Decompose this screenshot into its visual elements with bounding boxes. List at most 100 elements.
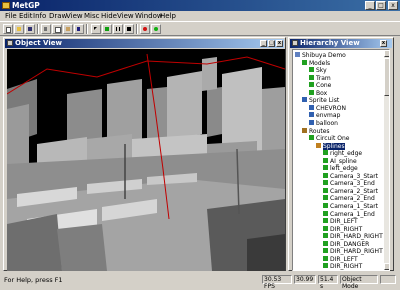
object-view-panel: Object View _ □ x xyxy=(3,37,286,271)
scroll-down-button[interactable] xyxy=(384,263,389,270)
tree-item-label: Camera_1_Start xyxy=(330,203,379,210)
tree-item[interactable]: DIR_HARD_RIGHT xyxy=(323,248,383,255)
maximize-button[interactable]: □ xyxy=(268,40,275,47)
menu-window[interactable]: Window xyxy=(135,12,163,20)
menu-view[interactable]: View xyxy=(66,12,83,20)
window-icon xyxy=(7,40,13,46)
tree-item-label: Sprite List xyxy=(309,97,340,105)
minimize-button[interactable]: _ xyxy=(260,40,267,47)
status-field-mode: Object Mode xyxy=(340,275,378,290)
tree-item[interactable]: Circuit One xyxy=(309,135,349,142)
toolbar-separator xyxy=(136,24,138,34)
route-node-icon xyxy=(302,127,307,133)
scroll-up-button[interactable] xyxy=(384,50,389,57)
save-icon[interactable] xyxy=(25,24,35,34)
tree-item[interactable]: DIR_RIGHT xyxy=(323,225,362,233)
3d-viewport[interactable] xyxy=(7,49,285,271)
tree-item-label: Camera_1_End xyxy=(330,210,375,218)
status-field-value: 30.99 xyxy=(294,275,316,284)
tree-item[interactable]: CHEVRON xyxy=(309,104,346,112)
hierarchy-view-title: Hierarchy View xyxy=(300,39,360,47)
tree-item[interactable]: Camera_2_Start xyxy=(323,187,378,195)
menu-edit[interactable]: Edit xyxy=(19,12,33,20)
help-icon[interactable] xyxy=(74,24,84,34)
menu-draw[interactable]: Draw xyxy=(49,12,67,20)
object-view-titlebar: Object View _ □ x xyxy=(5,39,284,48)
tree-item[interactable]: DIR_LEFT xyxy=(323,218,358,225)
green-node-icon xyxy=(309,89,314,95)
tree-item[interactable]: DIR_HARD_RIGHT xyxy=(323,233,383,240)
maximize-button[interactable]: □ xyxy=(376,1,386,10)
menu-misc[interactable]: Misc xyxy=(84,12,99,20)
menu-bar: File Edit Info Draw View Misc Hide View … xyxy=(0,11,400,21)
tree-item[interactable]: DIR_RIGHT xyxy=(323,263,362,270)
tree-item[interactable]: AI_spline xyxy=(323,157,357,165)
hierarchy-tree[interactable]: Shibuya Demo Models Sky Tram Cone Box Sprite L… xyxy=(292,49,390,271)
tree-item[interactable]: Tram xyxy=(309,74,331,82)
tree-item-label: DIR_LEFT xyxy=(330,218,358,226)
menu-view-2[interactable]: View xyxy=(117,12,134,20)
hierarchy-view-titlebar: Hierarchy View x xyxy=(290,39,392,48)
tree-item[interactable]: Splines xyxy=(316,142,345,150)
tree-item[interactable]: envmap xyxy=(309,112,340,119)
menu-file[interactable]: File xyxy=(5,12,17,20)
toolbar xyxy=(0,21,400,36)
tree-item[interactable]: Camera_1_End xyxy=(323,210,375,218)
green-node-icon xyxy=(323,225,328,231)
tree-item-label: Splines xyxy=(323,142,345,150)
close-button[interactable]: x xyxy=(276,40,283,47)
app-icon xyxy=(2,2,10,9)
toolbar-separator xyxy=(86,24,88,34)
tree-item-label: Sky xyxy=(316,67,327,75)
pointer-icon[interactable] xyxy=(91,24,101,34)
tree-item[interactable]: Models xyxy=(302,59,331,67)
green-node-icon xyxy=(323,218,328,224)
spline-node-icon xyxy=(316,142,321,148)
paste-icon[interactable] xyxy=(63,24,73,34)
window-icon xyxy=(292,40,298,46)
tree-item[interactable]: balloon xyxy=(309,119,338,127)
open-folder-icon[interactable] xyxy=(14,24,24,34)
copy-icon[interactable] xyxy=(52,24,62,34)
vertical-scrollbar[interactable] xyxy=(384,50,389,270)
tree-item-label: Circuit One xyxy=(316,135,350,143)
play-icon[interactable] xyxy=(102,24,112,34)
tree-item-label: AI_spline xyxy=(330,157,357,165)
menu-info[interactable]: Info xyxy=(33,12,46,20)
tree-item[interactable]: DIR_DANGER xyxy=(323,240,369,248)
cut-icon[interactable] xyxy=(41,24,51,34)
tree-item[interactable]: Shibuya Demo xyxy=(295,52,346,59)
tree-item[interactable]: Cone xyxy=(309,82,331,89)
close-button[interactable]: x xyxy=(380,40,387,47)
tree-item[interactable]: Camera_1_Start xyxy=(323,203,378,210)
tree-item[interactable]: right_edge xyxy=(323,150,362,157)
minimize-button[interactable]: _ xyxy=(365,1,375,10)
green-dot-icon[interactable] xyxy=(151,24,161,34)
tree-item[interactable]: Routes xyxy=(302,127,330,135)
tree-item[interactable]: Camera_3_Start xyxy=(323,172,378,180)
status-bar: For Help, press F1 30.53 FPS 30.99 51.4 … xyxy=(0,274,400,290)
tree-item[interactable]: Box xyxy=(309,89,327,97)
green-node-icon xyxy=(309,67,314,73)
record-icon[interactable] xyxy=(140,24,150,34)
green-node-icon xyxy=(323,210,328,216)
menu-help[interactable]: Help xyxy=(160,12,176,20)
city-scene-render xyxy=(7,49,285,271)
scroll-thumb[interactable] xyxy=(384,58,389,96)
tree-item[interactable]: Sky xyxy=(309,67,327,74)
window-title: MetGP xyxy=(12,1,40,10)
status-field-time: 51.4 s xyxy=(318,275,338,290)
new-file-icon[interactable] xyxy=(3,24,13,34)
close-button[interactable]: x xyxy=(388,1,398,10)
stop-icon[interactable] xyxy=(124,24,134,34)
tree-item[interactable]: Camera_3_End xyxy=(323,180,375,187)
tree-item[interactable]: DIR_LEFT xyxy=(323,255,358,263)
menu-hide[interactable]: Hide xyxy=(101,12,117,20)
green-node-icon xyxy=(302,59,307,65)
pause-icon[interactable] xyxy=(113,24,123,34)
tree-item[interactable]: Camera_2_End xyxy=(323,195,375,202)
tree-item[interactable]: Sprite List xyxy=(302,97,339,104)
tree-item-label: Models xyxy=(309,59,331,67)
tree-item-label: Tram xyxy=(316,74,331,82)
tree-item[interactable]: left_edge xyxy=(323,165,358,172)
